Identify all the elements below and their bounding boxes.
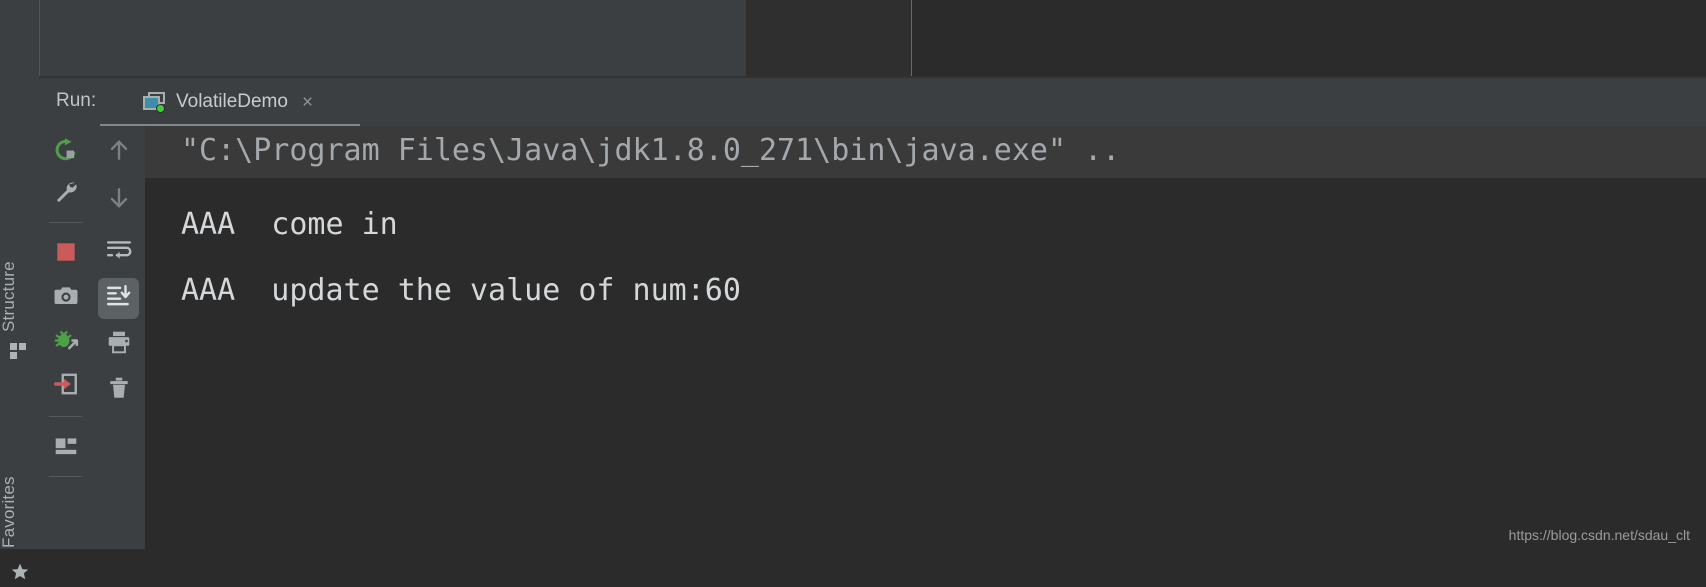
green-bug-arrow-icon bbox=[53, 327, 79, 358]
stop-button[interactable] bbox=[45, 234, 86, 275]
arrow-down-icon bbox=[106, 185, 132, 216]
edit-configuration-button[interactable] bbox=[45, 174, 86, 215]
run-toolbar-primary bbox=[39, 126, 93, 549]
run-tool-window-header: Run: VolatileDemo × bbox=[39, 78, 1706, 126]
trash-icon bbox=[106, 375, 132, 406]
close-icon[interactable]: × bbox=[298, 93, 313, 112]
attach-profiler-button[interactable] bbox=[45, 322, 86, 363]
star-icon bbox=[9, 560, 31, 582]
console-line-text: "C:\Program Files\Java\jdk1.8.0_271\bin\… bbox=[181, 133, 1121, 168]
sidebar-item-structure[interactable]: Structure bbox=[0, 212, 38, 332]
rerun-green-arrow-icon bbox=[53, 137, 79, 168]
toolbar-separator-2 bbox=[49, 416, 82, 417]
panel-layout-icon bbox=[53, 433, 79, 464]
left-gutter-top bbox=[0, 0, 39, 78]
soft-wrap-button[interactable] bbox=[98, 232, 139, 273]
sidebar-item-favorites[interactable]: Favorites bbox=[0, 428, 38, 548]
editor-panel-primary bbox=[39, 0, 747, 76]
console-line-text: AAA update the value of num:60 bbox=[181, 273, 741, 308]
down-button[interactable] bbox=[98, 180, 139, 221]
run-toolbar-secondary bbox=[92, 126, 145, 549]
wrench-icon bbox=[53, 179, 79, 210]
toolbar-separator-3 bbox=[49, 476, 82, 477]
ide-window: Structure Favorites Run: VolatileDemo × bbox=[0, 0, 1706, 580]
run-label: Run: bbox=[56, 90, 97, 111]
stop-red-square-icon bbox=[53, 239, 79, 270]
structure-grid-icon bbox=[10, 341, 30, 361]
tab-volatiledemo[interactable]: VolatileDemo × bbox=[133, 81, 323, 123]
console-line: "C:\Program Files\Java\jdk1.8.0_271\bin\… bbox=[145, 126, 1706, 178]
camera-icon bbox=[53, 283, 79, 314]
red-arrow-into-box-icon bbox=[53, 371, 79, 402]
editor-area-top bbox=[0, 0, 1706, 78]
watermark: https://blog.csdn.net/sdau_clt bbox=[1508, 527, 1690, 543]
rerun-button[interactable] bbox=[45, 132, 86, 173]
console-line: AAA update the value of num:60 bbox=[145, 266, 741, 318]
scroll-to-end-icon bbox=[106, 283, 132, 314]
print-button[interactable] bbox=[98, 324, 139, 365]
toolbar-separator bbox=[49, 222, 82, 223]
editor-panel-secondary bbox=[746, 0, 911, 76]
clear-all-button[interactable] bbox=[98, 370, 139, 411]
scroll-to-end-button[interactable] bbox=[98, 278, 139, 319]
arrow-up-icon bbox=[106, 137, 132, 168]
export-button[interactable] bbox=[45, 366, 86, 407]
layout-button[interactable] bbox=[45, 428, 86, 469]
console-line: AAA come in bbox=[145, 200, 398, 252]
printer-icon bbox=[106, 329, 132, 360]
console-output[interactable]: "C:\Program Files\Java\jdk1.8.0_271\bin\… bbox=[145, 126, 1706, 549]
editor-panel-tertiary bbox=[911, 0, 1706, 76]
snapshot-button[interactable] bbox=[45, 278, 86, 319]
soft-wrap-icon bbox=[106, 237, 132, 268]
up-button[interactable] bbox=[98, 132, 139, 173]
tab-label: VolatileDemo bbox=[176, 91, 288, 112]
console-line-text: AAA come in bbox=[181, 207, 398, 242]
run-configuration-icon bbox=[143, 92, 166, 113]
left-tool-window-bar: Structure Favorites bbox=[0, 78, 39, 580]
